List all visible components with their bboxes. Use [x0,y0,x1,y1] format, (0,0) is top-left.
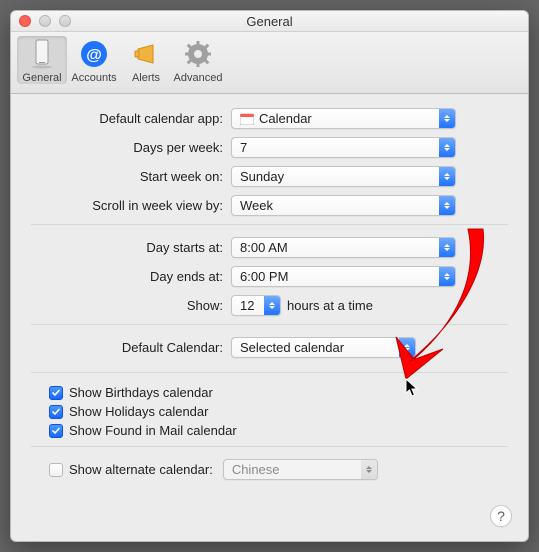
day-starts-value: 8:00 AM [240,240,288,255]
show-hours-select[interactable]: 12 [231,295,281,316]
help-button[interactable]: ? [490,505,512,527]
tab-accounts[interactable]: @ Accounts [69,36,119,84]
stepper-arrows-icon [439,109,455,128]
window-title: General [246,14,292,29]
general-icon [26,38,58,70]
day-starts-select[interactable]: 8:00 AM [231,237,456,258]
stepper-arrows-icon [399,338,415,357]
tab-label: Advanced [173,72,223,84]
stepper-arrows-icon [439,138,455,157]
start-week-label: Start week on: [31,169,231,184]
default-app-select[interactable]: Calendar [231,108,456,129]
separator [31,224,508,225]
alternate-label: Show alternate calendar: [69,462,213,477]
checkbox-checked-icon [49,405,63,419]
hours-suffix: hours at a time [287,298,373,313]
zoom-button[interactable] [59,15,71,27]
tab-advanced[interactable]: Advanced [173,36,223,84]
default-app-label: Default calendar app: [31,111,231,126]
separator [31,446,508,447]
default-calendar-value: Selected calendar [240,340,344,355]
default-calendar-select[interactable]: Selected calendar [231,337,416,358]
alternate-calendar-select: Chinese [223,459,378,480]
scroll-week-label: Scroll in week view by: [31,198,231,213]
tab-label: Accounts [69,72,119,84]
alternate-checkbox[interactable] [49,463,63,477]
birthdays-checkbox-row[interactable]: Show Birthdays calendar [49,385,508,400]
stepper-arrows-icon [439,267,455,286]
stepper-arrows-icon [264,296,280,315]
stepper-arrows-icon [439,167,455,186]
birthdays-label: Show Birthdays calendar [69,385,213,400]
holidays-checkbox-row[interactable]: Show Holidays calendar [49,404,508,419]
tab-alerts[interactable]: Alerts [121,36,171,84]
start-week-value: Sunday [240,169,284,184]
start-week-select[interactable]: Sunday [231,166,456,187]
help-icon: ? [497,508,505,524]
days-per-week-label: Days per week: [31,140,231,155]
day-ends-select[interactable]: 6:00 PM [231,266,456,287]
tab-label: General [17,72,67,84]
tab-label: Alerts [121,72,171,84]
days-per-week-select[interactable]: 7 [231,137,456,158]
show-label: Show: [31,298,231,313]
scroll-week-value: Week [240,198,273,213]
separator [31,372,508,373]
separator [31,324,508,325]
alerts-icon [130,38,162,70]
day-ends-value: 6:00 PM [240,269,288,284]
scroll-week-select[interactable]: Week [231,195,456,216]
close-button[interactable] [19,15,31,27]
day-ends-label: Day ends at: [31,269,231,284]
svg-text:@: @ [86,47,102,64]
titlebar: General [11,11,528,32]
toolbar: General @ Accounts Alerts Advanced [11,32,528,94]
traffic-lights [19,15,71,27]
alternate-calendar-value: Chinese [232,462,280,477]
checkbox-checked-icon [49,424,63,438]
stepper-arrows-icon [439,238,455,257]
checkbox-checked-icon [49,386,63,400]
found-in-mail-label: Show Found in Mail calendar [69,423,237,438]
minimize-button[interactable] [39,15,51,27]
content-pane: Default calendar app: Calendar Days per … [11,94,528,480]
stepper-arrows-icon [439,196,455,215]
calendar-icon [240,112,254,125]
stepper-arrows-icon [361,460,377,479]
show-hours-value: 12 [240,298,254,313]
gear-icon [182,38,214,70]
day-starts-label: Day starts at: [31,240,231,255]
preferences-window: General General @ Accounts Alerts Advanc… [10,10,529,542]
holidays-label: Show Holidays calendar [69,404,208,419]
default-app-value: Calendar [259,111,312,126]
accounts-icon: @ [78,38,110,70]
found-in-mail-checkbox-row[interactable]: Show Found in Mail calendar [49,423,508,438]
days-per-week-value: 7 [240,140,247,155]
tab-general[interactable]: General [17,36,67,84]
default-calendar-label: Default Calendar: [31,340,231,355]
